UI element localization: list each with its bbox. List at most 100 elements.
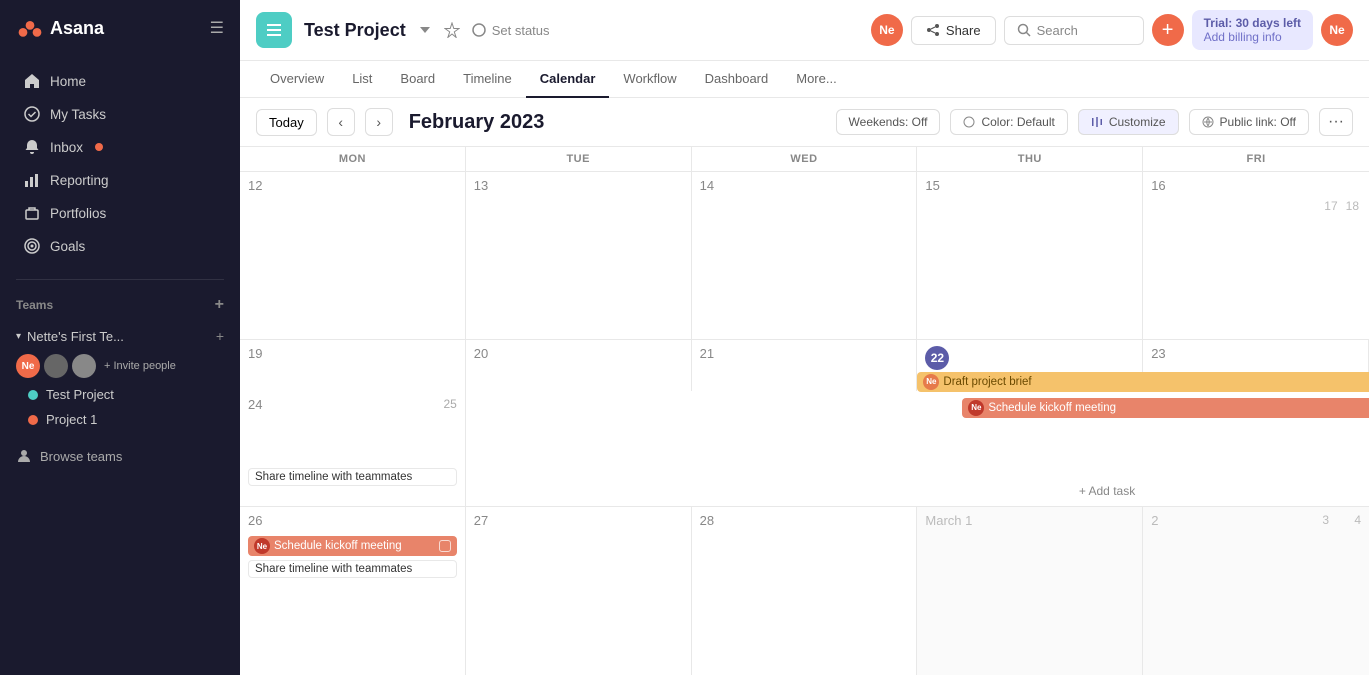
sidebar-item-my-tasks-label: My Tasks xyxy=(50,107,106,122)
tab-overview[interactable]: Overview xyxy=(256,61,338,98)
project-icon xyxy=(256,12,292,48)
event-share-timeline-week3[interactable]: Share timeline with teammates xyxy=(248,560,457,578)
public-link-button[interactable]: Public link: Off xyxy=(1189,109,1309,135)
avatar-1 xyxy=(44,354,68,378)
set-status[interactable]: Set status xyxy=(472,23,550,38)
add-team-button[interactable]: + xyxy=(215,296,224,314)
tab-dashboard[interactable]: Dashboard xyxy=(691,61,783,98)
calendar-day-headers: MON TUE WED THU FRI xyxy=(240,147,1369,172)
tab-calendar[interactable]: Calendar xyxy=(526,61,610,98)
add-task-week2[interactable]: + Add task xyxy=(1079,484,1135,498)
date-17: 17 xyxy=(1324,199,1341,213)
invite-people-button[interactable]: + Invite people xyxy=(104,360,176,372)
date-24: 24 xyxy=(248,397,262,412)
sidebar-logo: Asana ☰ xyxy=(0,0,240,56)
sidebar: Asana ☰ Home My Tasks Inbox Reporting Po… xyxy=(0,0,240,675)
team-name-item[interactable]: ▾ Nette's First Te... + xyxy=(0,322,240,350)
date-march4: 4 xyxy=(1354,513,1361,527)
cal-cell-16-17: 16 17 18 xyxy=(1143,172,1369,339)
team-name-label: Nette's First Te... xyxy=(27,329,124,344)
calendar-month-label: February 2023 xyxy=(409,111,545,134)
calendar-toolbar: Today ‹ › February 2023 Weekends: Off Co… xyxy=(240,98,1369,147)
sidebar-item-reporting[interactable]: Reporting xyxy=(8,164,232,196)
event-share-text-2: Share timeline with teammates xyxy=(255,563,450,575)
today-button[interactable]: Today xyxy=(256,109,317,136)
sidebar-item-inbox[interactable]: Inbox xyxy=(8,131,232,163)
sidebar-item-portfolios[interactable]: Portfolios xyxy=(8,197,232,229)
search-icon xyxy=(1017,23,1031,37)
chevron-down-icon[interactable] xyxy=(418,23,432,37)
project-item-1-label: Project 1 xyxy=(46,412,97,427)
event-schedule-kickoff-week3[interactable]: Ne Schedule kickoff meeting xyxy=(248,536,457,556)
event-share-text: Share timeline with teammates xyxy=(255,471,450,483)
calendar-week-1: 12 13 14 15 16 17 xyxy=(240,172,1369,340)
date-27: 27 xyxy=(474,513,683,528)
event-avatar-ne-2: Ne xyxy=(968,400,984,416)
weekends-off-button[interactable]: Weekends: Off xyxy=(836,109,941,135)
project-item-project-1[interactable]: Project 1 xyxy=(0,407,240,432)
date-march3: 3 xyxy=(1322,513,1329,527)
circle-icon xyxy=(472,23,486,37)
search-box[interactable]: Search xyxy=(1004,16,1144,45)
event-avatar-ne-3: Ne xyxy=(254,538,270,554)
link-icon xyxy=(1202,116,1214,128)
search-placeholder: Search xyxy=(1037,23,1078,38)
sidebar-item-goals[interactable]: Goals xyxy=(8,230,232,262)
event-share-timeline-week2[interactable]: Share timeline with teammates xyxy=(248,468,457,486)
star-icon[interactable] xyxy=(444,22,460,38)
sidebar-item-portfolios-label: Portfolios xyxy=(50,206,106,221)
customize-button[interactable]: Customize xyxy=(1078,109,1179,135)
nav-tabs: Overview List Board Timeline Calendar Wo… xyxy=(240,61,1369,98)
sidebar-item-home[interactable]: Home xyxy=(8,65,232,97)
day-header-fri: FRI xyxy=(1143,147,1369,171)
prev-month-button[interactable]: ‹ xyxy=(327,108,355,136)
cal-cell-19: 19 xyxy=(240,340,466,392)
date-march1: March 1 xyxy=(925,513,1134,528)
next-month-button[interactable]: › xyxy=(365,108,393,136)
header-actions: Ne Share Search + Trial: 30 days left Ad… xyxy=(871,10,1353,50)
cal-cell-28: 28 xyxy=(692,507,918,675)
sidebar-item-my-tasks[interactable]: My Tasks xyxy=(8,98,232,130)
day-header-mon: MON xyxy=(240,147,466,171)
event-draft-project-brief[interactable]: Ne Draft project brief xyxy=(917,372,1369,392)
cal-cell-14: 14 xyxy=(692,172,918,339)
asana-logo[interactable]: Asana xyxy=(16,14,104,42)
event-kickoff-text-2: Schedule kickoff meeting xyxy=(274,540,435,552)
color-default-button[interactable]: Color: Default xyxy=(950,109,1067,135)
tab-board[interactable]: Board xyxy=(386,61,449,98)
add-billing-link[interactable]: Add billing info xyxy=(1204,30,1301,44)
date-21: 21 xyxy=(700,346,909,361)
sidebar-nav: Home My Tasks Inbox Reporting Portfolios… xyxy=(0,56,240,271)
date-28: 28 xyxy=(700,513,909,528)
project-item-test-project[interactable]: Test Project xyxy=(0,382,240,407)
avatar-ne: Ne xyxy=(16,354,40,378)
tab-timeline[interactable]: Timeline xyxy=(449,61,526,98)
project-item-test-label: Test Project xyxy=(46,387,114,402)
calendar-body: 12 13 14 15 16 17 xyxy=(240,172,1369,675)
share-button[interactable]: Share xyxy=(911,16,996,45)
add-task-global-button[interactable]: + xyxy=(1152,14,1184,46)
date-26: 26 xyxy=(248,513,457,528)
hamburger-icon[interactable]: ☰ xyxy=(210,18,224,38)
cal-cell-22: 22 Ne Draft project brief Ne Schedule ki… xyxy=(917,340,1143,392)
tab-list[interactable]: List xyxy=(338,61,386,98)
add-project-to-team-icon[interactable]: + xyxy=(216,328,224,344)
day-header-thu: THU xyxy=(917,147,1143,171)
more-options-button[interactable]: ··· xyxy=(1319,108,1353,136)
asana-wordmark: Asana xyxy=(50,18,104,39)
color-label: Color: Default xyxy=(981,115,1054,129)
tab-more[interactable]: More... xyxy=(782,61,850,98)
date-16: 16 xyxy=(1151,178,1165,193)
cal-cell-15: 15 xyxy=(917,172,1143,339)
event-schedule-kickoff-week2[interactable]: Ne Schedule kickoff meeting xyxy=(962,398,1369,418)
event-kickoff-text: Schedule kickoff meeting xyxy=(988,402,1369,414)
date-14: 14 xyxy=(700,178,909,193)
tab-workflow[interactable]: Workflow xyxy=(609,61,690,98)
share-icon xyxy=(926,23,940,37)
date-25: 25 xyxy=(443,397,456,411)
event-draft-text: Draft project brief xyxy=(943,376,1369,388)
date-20: 20 xyxy=(474,346,683,361)
user-avatar-corner[interactable]: Ne xyxy=(1321,14,1353,46)
calendar-grid: MON TUE WED THU FRI 12 13 14 15 xyxy=(240,147,1369,675)
browse-teams-button[interactable]: Browse teams xyxy=(0,440,240,472)
